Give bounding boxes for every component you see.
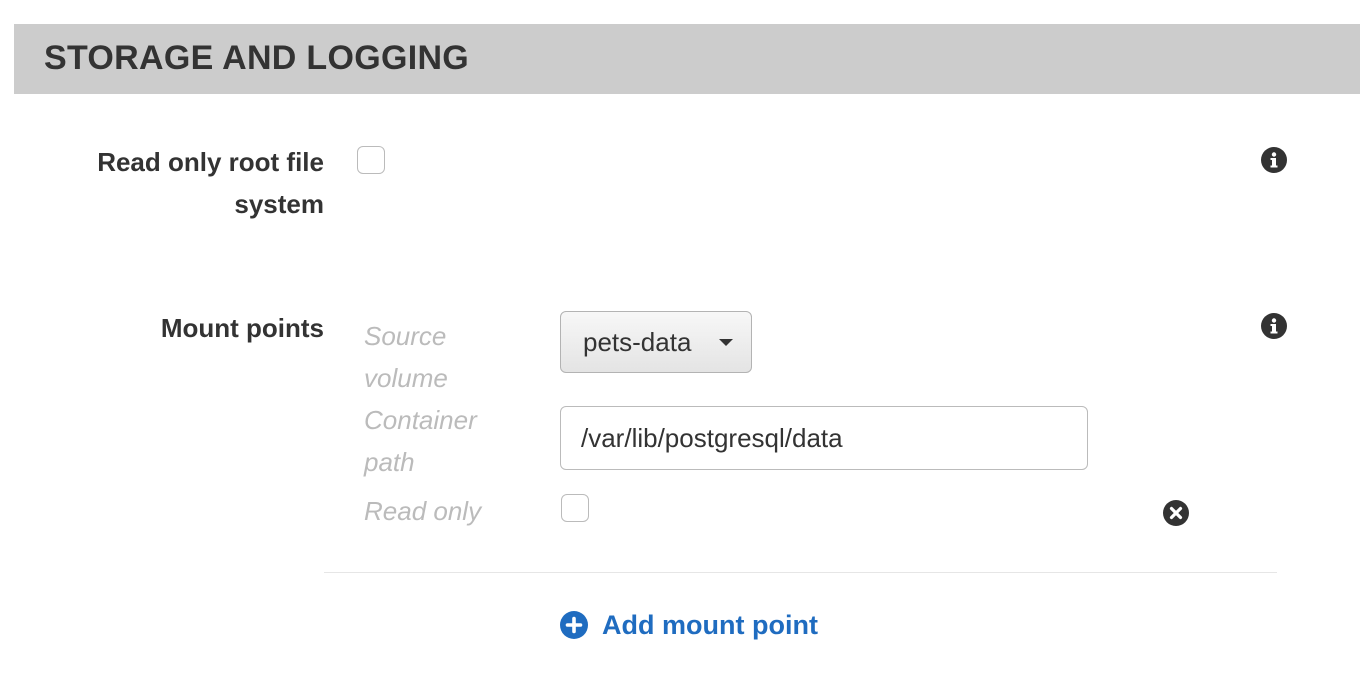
source-volume-label-line1: Source bbox=[364, 321, 447, 351]
add-mount-point-label: Add mount point bbox=[602, 609, 818, 640]
mount-points-label: Mount points bbox=[160, 313, 324, 343]
readonly-root-label: Read only root file system bbox=[97, 141, 324, 225]
add-mount-point-button[interactable]: Add mount point bbox=[560, 607, 818, 643]
read-only-label: Read only bbox=[364, 496, 482, 526]
readonly-root-checkbox[interactable] bbox=[357, 146, 385, 174]
readonly-root-label-line2: system bbox=[234, 189, 324, 219]
section-title: STORAGE AND LOGGING bbox=[44, 39, 470, 77]
section-header: STORAGE AND LOGGING bbox=[14, 24, 1360, 94]
readonly-root-label-line1: Read only root file bbox=[97, 147, 324, 177]
close-circle-icon[interactable] bbox=[1163, 500, 1189, 526]
info-icon[interactable] bbox=[1261, 313, 1287, 339]
info-icon[interactable] bbox=[1261, 147, 1287, 173]
container-path-label-line1: Container bbox=[364, 405, 477, 435]
read-only-checkbox[interactable] bbox=[561, 494, 589, 522]
plus-circle-icon bbox=[560, 611, 588, 639]
source-volume-label-line2: volume bbox=[364, 363, 448, 393]
source-volume-value: pets-data bbox=[583, 327, 692, 357]
divider bbox=[324, 572, 1277, 573]
container-path-label: Container path bbox=[364, 399, 524, 483]
source-volume-dropdown[interactable]: pets-data bbox=[560, 311, 752, 373]
container-path-label-line2: path bbox=[364, 447, 415, 477]
source-volume-label: Source volume bbox=[364, 315, 524, 399]
caret-down-icon bbox=[719, 339, 733, 346]
container-path-input[interactable] bbox=[560, 406, 1088, 470]
